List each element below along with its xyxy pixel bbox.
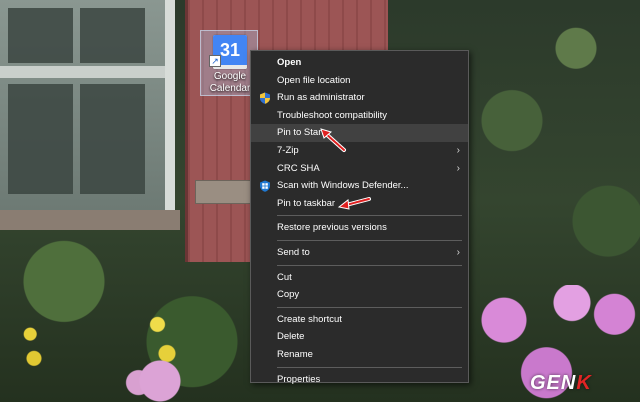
menu-item-restore-previous-versions[interactable]: Restore previous versions [251, 219, 468, 237]
wallpaper-shutter-rail [195, 180, 252, 204]
menu-item-scan-with-windows-defender[interactable]: Scan with Windows Defender... [251, 177, 468, 195]
menu-item-label: Cut [277, 271, 292, 283]
wallpaper-window [0, 0, 175, 210]
menu-item-label: Properties [277, 373, 321, 385]
shortcut-arrow-icon: ↗ [209, 55, 221, 67]
menu-item-label: Open file location [277, 74, 351, 86]
menu-item-label: CRC SHA [277, 162, 320, 174]
menu-item-crc-sha[interactable]: CRC SHA › [251, 160, 468, 178]
menu-item-label: Run as administrator [277, 92, 365, 104]
menu-separator [277, 215, 462, 217]
menu-item-label: Create shortcut [277, 313, 342, 325]
menu-item-run-as-administrator[interactable]: Run as administrator [251, 89, 468, 107]
menu-item-label: Send to [277, 246, 310, 258]
wallpaper-window-mullion [0, 66, 165, 78]
genk-watermark-logo: GENK [530, 372, 592, 395]
wallpaper-planter [0, 210, 180, 230]
watermark-suffix: K [576, 372, 592, 394]
windows-defender-icon [260, 180, 270, 192]
menu-item-label: Scan with Windows Defender... [277, 180, 409, 192]
menu-separator [277, 306, 462, 308]
menu-item-troubleshoot-compatibility[interactable]: Troubleshoot compatibility [251, 107, 468, 125]
menu-item-label: Pin to taskbar [277, 197, 336, 209]
annotation-arrow-pin-to-start [320, 128, 346, 152]
menu-separator [277, 366, 462, 368]
menu-item-properties[interactable]: Properties [251, 371, 468, 389]
menu-item-label: 7-Zip [277, 144, 299, 156]
menu-item-copy[interactable]: Copy [251, 286, 468, 304]
menu-item-send-to[interactable]: Send to › [251, 244, 468, 262]
menu-item-7zip[interactable]: 7-Zip › [251, 142, 468, 160]
watermark-prefix: GEN [530, 372, 577, 394]
submenu-arrow-icon: › [456, 162, 460, 174]
context-menu[interactable]: Open Open file location Run as administr… [250, 50, 469, 385]
menu-item-create-shortcut[interactable]: Create shortcut [251, 311, 468, 329]
wallpaper-center-flowers [120, 360, 200, 402]
uac-shield-icon [260, 92, 270, 104]
menu-item-label: Rename [277, 348, 313, 360]
menu-separator [277, 239, 462, 241]
menu-item-pin-to-start[interactable]: Pin to Start [251, 124, 468, 142]
menu-item-label: Open [277, 57, 302, 68]
menu-item-label: Copy [277, 289, 300, 301]
submenu-arrow-icon: › [456, 246, 460, 258]
menu-item-open-file-location[interactable]: Open file location [251, 72, 468, 90]
menu-item-label: Troubleshoot compatibility [277, 109, 388, 121]
annotation-arrow-pin-to-taskbar [337, 197, 371, 210]
menu-item-delete[interactable]: Delete [251, 328, 468, 346]
menu-separator [277, 264, 462, 266]
menu-item-open[interactable]: Open [251, 54, 468, 72]
menu-item-rename[interactable]: Rename [251, 346, 468, 364]
submenu-arrow-icon: › [456, 144, 460, 156]
menu-item-label: Delete [277, 331, 305, 343]
menu-item-label: Restore previous versions [277, 222, 387, 234]
menu-item-label: Pin to Start [277, 127, 324, 139]
menu-item-cut[interactable]: Cut [251, 269, 468, 287]
